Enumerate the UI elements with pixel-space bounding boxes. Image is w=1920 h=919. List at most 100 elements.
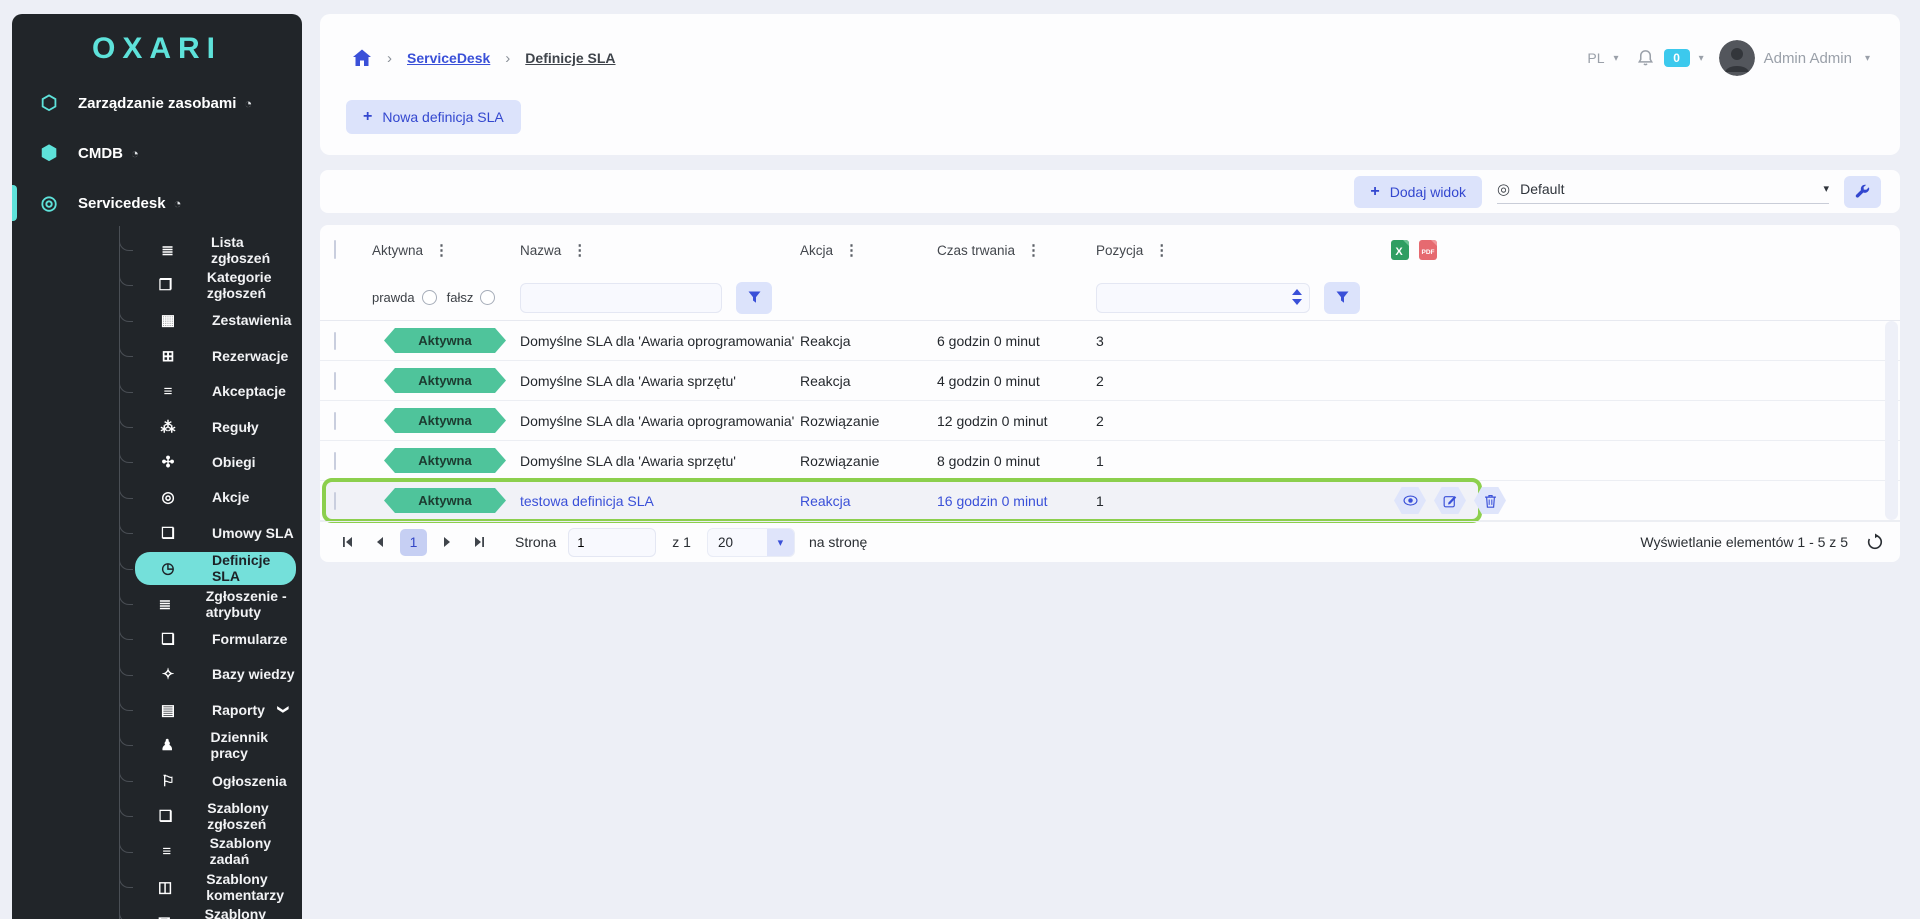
table-row[interactable]: Aktywna Domyślne SLA dla 'Awaria sprzętu…	[320, 441, 1900, 481]
stopwatch-icon: ◷	[158, 559, 178, 577]
status-badge: Aktywna	[384, 488, 506, 513]
first-page-button[interactable]	[336, 530, 360, 554]
table-row[interactable]: Aktywna Domyślne SLA dla 'Awaria sprzętu…	[320, 361, 1900, 401]
header-card: › ServiceDesk › Definicje SLA PL ▾ 0 ▾ A…	[320, 14, 1900, 155]
table-scrollbar[interactable]	[1885, 321, 1898, 520]
pagination-bar: 1 Strona z 1 20 ▾ na stronę Wyświetlanie…	[320, 521, 1900, 562]
table-row[interactable]: Aktywna Domyślne SLA dla 'Awaria oprogra…	[320, 321, 1900, 361]
next-page-button[interactable]	[435, 530, 459, 554]
spinner-up-icon[interactable]	[1292, 289, 1302, 295]
gauge-icon: ◔	[244, 96, 252, 111]
new-sla-button[interactable]: + Nowa definicja SLA	[346, 100, 521, 134]
row-checkbox[interactable]	[334, 372, 336, 390]
row-checkbox[interactable]	[334, 412, 336, 430]
funnel-icon	[747, 290, 762, 305]
task-list-icon: ≡	[158, 843, 176, 860]
row-name-link[interactable]: testowa definicja SLA	[520, 493, 800, 509]
sidebar-item-formularze[interactable]: ❏ Formularze	[12, 621, 302, 656]
sidebar-item-dziennik-pracy[interactable]: ♟ Dziennik pracy	[12, 727, 302, 762]
language-selector[interactable]: PL	[1587, 50, 1604, 66]
name-filter-button[interactable]	[736, 282, 772, 314]
sidebar-item-reguly[interactable]: ⁂ Reguły	[12, 409, 302, 444]
select-all-checkbox[interactable]	[334, 240, 336, 259]
table-row-highlighted[interactable]: Aktywna testowa definicja SLA Reakcja 16…	[320, 481, 1900, 521]
sidebar-item-obiegi[interactable]: ✣ Obiegi	[12, 444, 302, 479]
column-menu-icon[interactable]: ⋮	[434, 241, 449, 259]
page-number-input[interactable]	[568, 528, 656, 557]
column-menu-icon[interactable]: ⋮	[572, 241, 587, 259]
view-select[interactable]: ◎ Default ▾	[1497, 180, 1829, 204]
refresh-icon	[1866, 533, 1884, 551]
column-header-aktywna: Aktywna	[372, 243, 423, 258]
sidebar-item-umowy-sla[interactable]: ❏ Umowy SLA	[12, 515, 302, 550]
status-badge: Aktywna	[384, 448, 506, 473]
breadcrumb-link-servicedesk[interactable]: ServiceDesk	[407, 50, 490, 66]
row-checkbox[interactable]	[334, 452, 336, 470]
prev-page-button[interactable]	[368, 530, 392, 554]
current-page-button[interactable]: 1	[400, 529, 427, 556]
home-icon[interactable]	[352, 48, 372, 68]
user-name[interactable]: Admin Admin	[1764, 50, 1852, 67]
view-settings-button[interactable]	[1844, 176, 1881, 208]
chevron-down-icon[interactable]: ❯	[277, 705, 290, 714]
position-filter-button[interactable]	[1324, 282, 1360, 314]
sidebar-item-ogloszenia[interactable]: ⚐ Ogłoszenia	[12, 763, 302, 798]
number-spinner[interactable]	[1292, 289, 1302, 305]
announcement-icon: ⚐	[158, 772, 178, 790]
caret-down-icon[interactable]: ▾	[1699, 53, 1704, 64]
sidebar-item-lista-zgloszen[interactable]: ≣ Lista zgłoszeń	[12, 232, 302, 267]
gauge-icon: ◔	[174, 196, 182, 211]
per-page-label: na stronę	[809, 534, 867, 550]
caret-down-icon: ▾	[1823, 182, 1829, 195]
sidebar-item-servicedesk[interactable]: ◎ Servicedesk ◔	[12, 178, 302, 228]
sidebar-item-raporty[interactable]: ▤ Raporty ❯	[12, 692, 302, 727]
sidebar-item-bazy-wiedzy[interactable]: ✧ Bazy wiedzy	[12, 657, 302, 692]
add-view-button[interactable]: + Dodaj widok	[1354, 176, 1482, 208]
sidebar-item-szablony-zgloszen[interactable]: ❏ Szablony zgłoszeń	[12, 798, 302, 833]
sidebar-item-akcje[interactable]: ◎ Akcje	[12, 480, 302, 515]
sidebar-item-akceptacje[interactable]: ≡ Akceptacje	[12, 374, 302, 409]
sidebar-item-label: Servicedesk	[78, 195, 166, 212]
row-checkbox[interactable]	[334, 332, 336, 350]
row-checkbox[interactable]	[334, 492, 336, 510]
name-filter-input[interactable]	[520, 283, 722, 313]
sidebar-item-rezerwacje[interactable]: ⊞ Rezerwacje	[12, 338, 302, 373]
delete-row-button[interactable]	[1474, 487, 1506, 514]
column-menu-icon[interactable]: ⋮	[1026, 241, 1041, 259]
spinner-down-icon[interactable]	[1292, 299, 1302, 305]
hexagon-icon: ⬡	[36, 92, 62, 115]
list-icon: ≣	[158, 595, 172, 613]
column-menu-icon[interactable]: ⋮	[844, 241, 859, 259]
caret-down-icon[interactable]: ▾	[1614, 53, 1619, 64]
plus-icon: +	[363, 108, 372, 126]
sidebar-item-zestawienia[interactable]: ▦ Zestawienia	[12, 303, 302, 338]
sidebar-item-szablony-zadan[interactable]: ≡ Szablony zadań	[12, 834, 302, 869]
edit-row-button[interactable]	[1434, 487, 1466, 514]
sidebar-item-cmdb[interactable]: ⬢ CMDB ◔	[12, 128, 302, 178]
sidebar-item-szablony-komentarzy[interactable]: ◫ Szablony komentarzy	[12, 869, 302, 904]
avatar[interactable]	[1719, 40, 1755, 76]
sidebar-item-zarzadzanie-zasobami[interactable]: ⬡ Zarządzanie zasobami ◔	[12, 78, 302, 128]
table-row[interactable]: Aktywna Domyślne SLA dla 'Awaria oprogra…	[320, 401, 1900, 441]
breadcrumb-current[interactable]: Definicje SLA	[525, 50, 615, 66]
refresh-button[interactable]	[1866, 533, 1884, 551]
export-pdf-icon[interactable]: PDF	[1418, 239, 1438, 261]
caret-down-icon[interactable]: ▾	[1865, 53, 1870, 64]
view-toolbar: + Dodaj widok ◎ Default ▾	[320, 170, 1900, 213]
sidebar-item-kategorie-zgloszen[interactable]: ❐ Kategorie zgłoszeń	[12, 267, 302, 302]
last-page-button[interactable]	[467, 530, 491, 554]
table-filter-row: prawda fałsz	[320, 275, 1900, 321]
position-filter-input[interactable]	[1096, 283, 1310, 313]
column-menu-icon[interactable]: ⋮	[1154, 241, 1169, 259]
export-excel-icon[interactable]: X	[1390, 239, 1410, 261]
bell-icon[interactable]	[1636, 49, 1655, 68]
radio-prawda[interactable]	[422, 290, 437, 305]
view-row-button[interactable]	[1394, 487, 1426, 514]
sidebar-item-szablony-powiadomien[interactable]: ✉ Szablony powiadomień	[12, 904, 302, 919]
wrench-icon	[1854, 183, 1871, 200]
sidebar-item-definicje-sla[interactable]: ◷ Definicje SLA	[12, 551, 302, 586]
prev-page-icon	[374, 536, 386, 548]
sidebar-item-zgloszenie-atrybuty[interactable]: ≣ Zgłoszenie - atrybuty	[12, 586, 302, 621]
radio-falsz[interactable]	[480, 290, 495, 305]
page-size-select[interactable]: 20 ▾	[707, 528, 795, 557]
